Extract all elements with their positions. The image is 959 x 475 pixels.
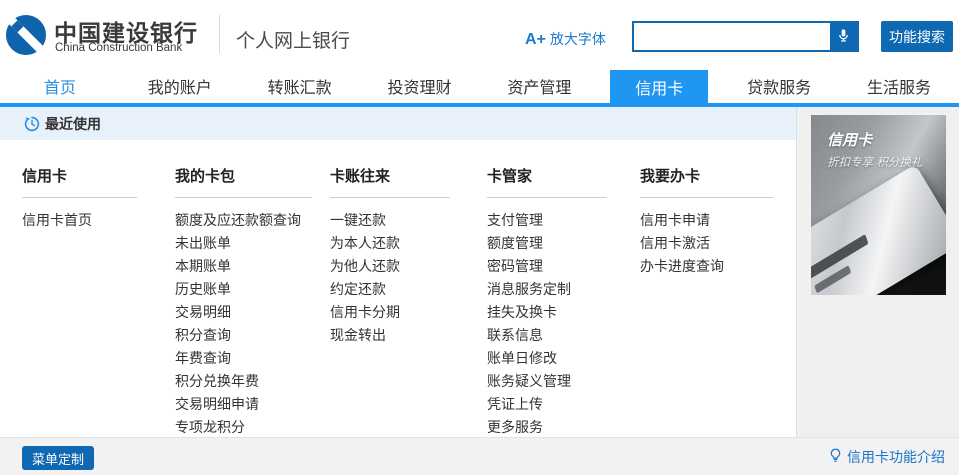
menu-column-apply-card: 我要办卡 信用卡申请 信用卡激活 办卡进度查询 bbox=[640, 140, 773, 278]
menu-item[interactable]: 账单日修改 bbox=[487, 347, 607, 370]
banner-title: 信用卡 bbox=[827, 129, 872, 150]
menu-item[interactable]: 账务疑义管理 bbox=[487, 370, 607, 393]
menu-item[interactable]: 联系信息 bbox=[487, 324, 607, 347]
enlarge-font-link[interactable]: A+放大字体 bbox=[525, 29, 606, 49]
function-search-input[interactable] bbox=[634, 23, 830, 50]
column-divider bbox=[175, 197, 312, 198]
voice-search-button[interactable] bbox=[830, 23, 857, 50]
menu-item[interactable]: 挂失及换卡 bbox=[487, 301, 607, 324]
portal-title: 个人网上银行 bbox=[236, 26, 350, 53]
main-nav: 首页 我的账户 转账汇款 投资理财 资产管理 信用卡 贷款服务 生活服务 bbox=[0, 68, 959, 103]
tab-home[interactable]: 首页 bbox=[0, 68, 120, 103]
recently-used-label: 最近使用 bbox=[45, 114, 101, 134]
column-divider bbox=[330, 197, 450, 198]
enlarge-font-label: 放大字体 bbox=[550, 31, 606, 47]
credit-card-mega-menu: 信用卡 信用卡首页 我的卡包 额度及应还款额查询 未出账单 本期账单 历史账单 … bbox=[0, 140, 796, 437]
ccb-logo-icon bbox=[5, 14, 47, 56]
menu-item[interactable]: 本期账单 bbox=[175, 255, 312, 278]
menu-item[interactable]: 信用卡首页 bbox=[22, 209, 137, 232]
column-title: 卡账往来 bbox=[330, 140, 450, 186]
column-title: 信用卡 bbox=[22, 140, 137, 186]
credit-card-intro-label: 信用卡功能介绍 bbox=[847, 447, 945, 467]
column-title: 卡管家 bbox=[487, 140, 607, 186]
tab-investment[interactable]: 投资理财 bbox=[360, 68, 480, 103]
menu-item[interactable]: 额度管理 bbox=[487, 232, 607, 255]
header: 中国建设银行 China Construction Bank 个人网上银行 A+… bbox=[0, 0, 959, 68]
menu-item[interactable]: 未出账单 bbox=[175, 232, 312, 255]
right-promo-panel: 信用卡 折扣专享 积分换礼 bbox=[796, 107, 959, 437]
search-box bbox=[632, 21, 859, 52]
function-search-button[interactable]: 功能搜索 bbox=[881, 21, 953, 52]
menu-column-card-transactions: 卡账往来 一键还款 为本人还款 为他人还款 约定还款 信用卡分期 现金转出 bbox=[330, 140, 450, 347]
menu-item[interactable]: 消息服务定制 bbox=[487, 278, 607, 301]
menu-column-my-card-wallet: 我的卡包 额度及应还款额查询 未出账单 本期账单 历史账单 交易明细 积分查询 … bbox=[175, 140, 312, 439]
menu-item[interactable]: 为他人还款 bbox=[330, 255, 450, 278]
menu-item[interactable]: 历史账单 bbox=[175, 278, 312, 301]
menu-item[interactable]: 信用卡分期 bbox=[330, 301, 450, 324]
tab-loan-services[interactable]: 贷款服务 bbox=[719, 68, 839, 103]
tab-asset-management[interactable]: 资产管理 bbox=[480, 68, 600, 103]
menu-item[interactable]: 更多服务 bbox=[487, 416, 607, 439]
menu-item[interactable]: 信用卡激活 bbox=[640, 232, 773, 255]
menu-item[interactable]: 额度及应还款额查询 bbox=[175, 209, 312, 232]
menu-item[interactable]: 为本人还款 bbox=[330, 232, 450, 255]
column-title: 我要办卡 bbox=[640, 140, 773, 186]
menu-item[interactable]: 密码管理 bbox=[487, 255, 607, 278]
menu-item[interactable]: 一键还款 bbox=[330, 209, 450, 232]
column-title: 我的卡包 bbox=[175, 140, 312, 186]
menu-item[interactable]: 交易明细申请 bbox=[175, 393, 312, 416]
menu-item[interactable]: 年费查询 bbox=[175, 347, 312, 370]
tab-life-services[interactable]: 生活服务 bbox=[839, 68, 959, 103]
microphone-icon bbox=[836, 28, 851, 46]
light-bulb-icon bbox=[828, 448, 847, 466]
header-divider bbox=[219, 15, 220, 53]
column-divider bbox=[640, 197, 773, 198]
menu-item[interactable]: 交易明细 bbox=[175, 301, 312, 324]
history-clock-icon bbox=[24, 116, 40, 132]
menu-item[interactable]: 约定还款 bbox=[330, 278, 450, 301]
bank-name-en: China Construction Bank bbox=[55, 42, 182, 54]
credit-card-intro-link[interactable]: 信用卡功能介绍 bbox=[828, 438, 945, 475]
menu-item[interactable]: 凭证上传 bbox=[487, 393, 607, 416]
credit-card-promo-banner[interactable]: 信用卡 折扣专享 积分换礼 bbox=[811, 115, 946, 295]
menu-item[interactable]: 支付管理 bbox=[487, 209, 607, 232]
tab-transfer[interactable]: 转账汇款 bbox=[240, 68, 360, 103]
a-plus-icon: A+ bbox=[525, 31, 546, 48]
column-divider bbox=[22, 197, 137, 198]
menu-item[interactable]: 积分查询 bbox=[175, 324, 312, 347]
menu-customize-button[interactable]: 菜单定制 bbox=[22, 446, 94, 470]
tab-credit-card[interactable]: 信用卡 bbox=[599, 68, 719, 103]
menu-item[interactable]: 信用卡申请 bbox=[640, 209, 773, 232]
footer-bar: 菜单定制 信用卡功能介绍 bbox=[0, 437, 959, 475]
column-divider bbox=[487, 197, 607, 198]
banner-subtitle: 折扣专享 积分换礼 bbox=[827, 154, 922, 170]
menu-item[interactable]: 办卡进度查询 bbox=[640, 255, 773, 278]
menu-item[interactable]: 积分兑换年费 bbox=[175, 370, 312, 393]
tab-my-accounts[interactable]: 我的账户 bbox=[120, 68, 240, 103]
ccb-personal-banking-page: 中国建设银行 China Construction Bank 个人网上银行 A+… bbox=[0, 0, 959, 475]
recently-used-bar: 最近使用 bbox=[0, 107, 796, 140]
menu-item[interactable]: 专项龙积分 bbox=[175, 416, 312, 439]
menu-column-card-manager: 卡管家 支付管理 额度管理 密码管理 消息服务定制 挂失及换卡 联系信息 账单日… bbox=[487, 140, 607, 439]
menu-item[interactable]: 现金转出 bbox=[330, 324, 450, 347]
menu-column-credit-card: 信用卡 信用卡首页 bbox=[22, 140, 137, 232]
